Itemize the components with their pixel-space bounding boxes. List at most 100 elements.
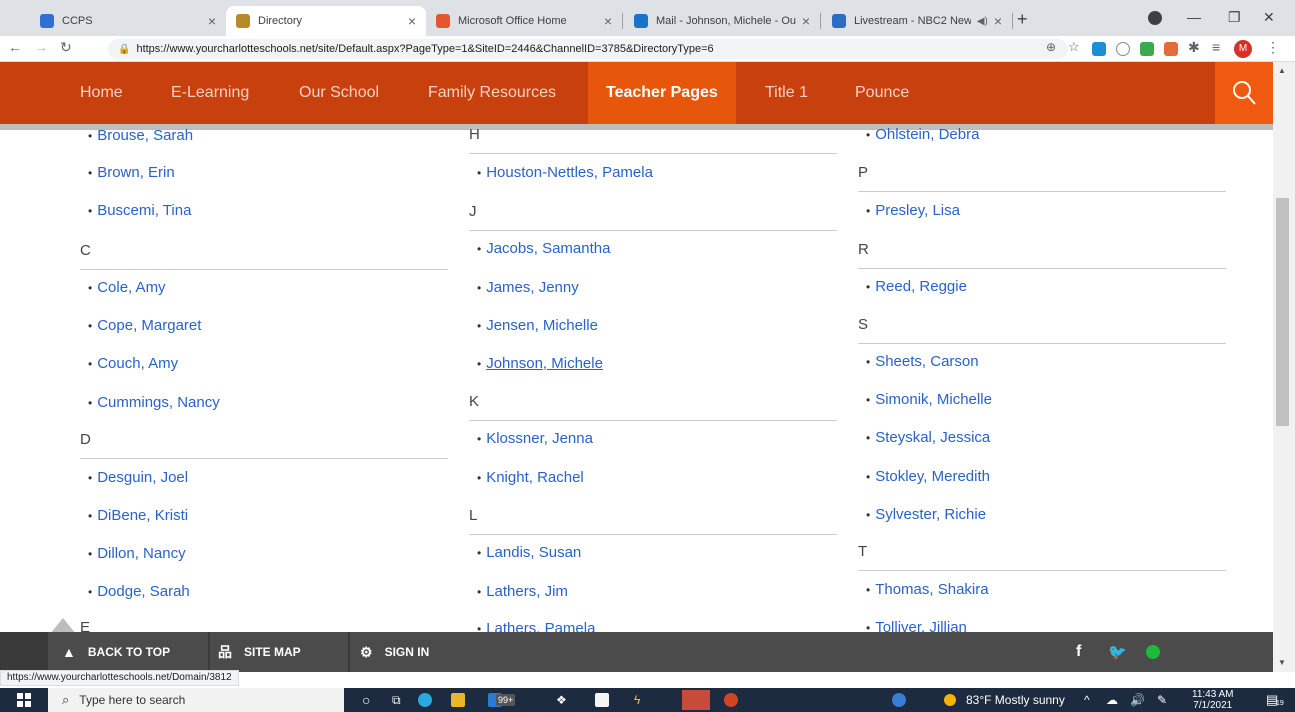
pen-icon[interactable]: ✎ [1157,688,1167,712]
nav-item-home[interactable]: Home [80,62,123,124]
volume-icon[interactable]: 🔊 [1130,688,1145,712]
list-item[interactable]: • Buscemi, Tina [88,202,191,219]
list-item[interactable]: • Thomas, Shakira [866,581,989,598]
extension-orange-icon[interactable] [1164,42,1178,56]
notification-badge: 99+ [496,694,516,706]
list-item[interactable]: • Cummings, Nancy [88,394,220,411]
new-tab-button[interactable]: + [1017,9,1028,30]
close-icon[interactable]: × [408,13,416,29]
back-arrow-icon[interactable]: ← [8,39,22,55]
briefcase-icon[interactable] [595,693,609,707]
list-item[interactable]: • Dodge, Sarah [88,583,190,600]
list-item[interactable]: • Jacobs, Samantha [477,240,610,257]
list-item[interactable]: • Reed, Reggie [866,278,967,295]
window-close-button[interactable]: ✕ [1263,9,1275,26]
back-to-top-button[interactable]: ▲ BACK TO TOP [62,632,170,672]
address-bar[interactable]: 🔒 https://www.yourcharlotteschools.net/s… [108,39,1068,59]
help-icon[interactable] [892,693,906,707]
list-item[interactable]: • Lathers, Jim [477,583,568,600]
nav-item-pounce[interactable]: Pounce [855,62,909,124]
maximize-button[interactable]: ❐ [1228,9,1241,26]
edge-icon[interactable] [418,693,432,707]
powerpoint-icon[interactable] [724,693,738,707]
reading-list-icon[interactable]: ≡ [1212,39,1220,55]
list-item[interactable]: • Brown, Erin [88,164,175,181]
nav-item-e-learning[interactable]: E-Learning [171,62,249,124]
facebook-icon[interactable]: f [1076,632,1081,672]
list-item[interactable]: • Desguin, Joel [88,469,188,486]
list-item[interactable]: • James, Jenny [477,279,579,296]
zoom-icon[interactable]: ⊕ [1046,40,1056,54]
list-item[interactable]: • Klossner, Jenna [477,430,593,447]
list-item[interactable]: • Ohlstein, Debra [866,126,979,143]
nav-item-title-1[interactable]: Title 1 [765,62,808,124]
list-item[interactable]: • Jensen, Michelle [477,317,598,334]
list-item[interactable]: • Steyskal, Jessica [866,429,990,446]
list-item[interactable]: • Stokley, Meredith [866,468,990,485]
list-item[interactable]: • Presley, Lisa [866,202,960,219]
taskbar-search-box[interactable]: ⌕ Type here to search [48,688,344,712]
close-icon[interactable]: × [994,13,1002,29]
list-item[interactable]: • Couch, Amy [88,355,178,372]
start-button[interactable] [0,688,48,712]
dropbox-icon[interactable]: ❖ [556,688,567,712]
file-explorer-icon[interactable] [451,693,465,707]
taskbar-clock[interactable]: 11:43 AM 7/1/2021 [1192,689,1234,711]
clock-date: 7/1/2021 [1193,700,1233,711]
list-item[interactable]: • DiBene, Kristi [88,507,188,524]
site-map-button[interactable]: 品 SITE MAP [218,632,301,672]
menu-kebab-icon[interactable]: ⋮ [1266,39,1280,56]
footer-divider [348,632,350,672]
bookmark-star-icon[interactable]: ☆ [1068,39,1080,55]
audio-icon[interactable]: ◀) [977,16,988,27]
extension-green-icon[interactable] [1140,42,1154,56]
extension-circle-icon[interactable] [1148,11,1162,25]
weather-text[interactable]: 83°F Mostly sunny [966,688,1065,712]
tab-livestream[interactable]: Livestream - NBC2 News ◀) × [822,6,1012,36]
forward-arrow-icon[interactable]: → [34,39,48,55]
green-status-icon[interactable] [1146,645,1160,659]
letter-heading: H [469,126,837,154]
list-item[interactable]: • Cope, Margaret [88,317,201,334]
nav-item-teacher-pages[interactable]: Teacher Pages [588,62,736,124]
nav-item-family-resources[interactable]: Family Resources [428,62,556,124]
extensions-puzzle-icon[interactable]: ✱ [1188,39,1200,56]
sign-in-button[interactable]: ⚙ SIGN IN [360,632,429,672]
list-item[interactable]: • Landis, Susan [477,544,581,561]
scroll-down-arrow-icon[interactable]: ▼ [1278,658,1286,667]
list-item[interactable]: • Simonik, Michelle [866,391,992,408]
close-icon[interactable]: × [208,13,216,29]
cloud-icon[interactable]: ☁ [1106,688,1118,712]
page-scrollbar[interactable]: ▲ ▼ [1273,62,1295,672]
cortana-icon[interactable]: ○ [362,688,370,712]
letter-heading: P [858,164,1226,192]
reload-icon[interactable]: ↻ [60,39,72,56]
task-view-icon[interactable]: ⧉ [392,688,401,712]
list-item-active[interactable]: • Johnson, Michele [477,355,603,372]
tab-directory[interactable]: Directory × [226,6,426,36]
scroll-up-arrow-icon[interactable]: ▲ [1278,66,1286,75]
list-item[interactable]: • Brouse, Sarah [88,127,193,144]
site-search-button[interactable] [1215,62,1273,124]
profile-avatar[interactable]: M [1234,40,1252,58]
nav-item-our-school[interactable]: Our School [299,62,379,124]
minimize-button[interactable]: — [1187,9,1201,25]
list-item[interactable]: • Sylvester, Richie [866,506,986,523]
chevron-up-icon[interactable]: ^ [1084,688,1090,712]
list-item[interactable]: • Dillon, Nancy [88,545,186,562]
list-item[interactable]: • Houston-Nettles, Pamela [477,164,653,181]
close-icon[interactable]: × [802,13,810,29]
list-item[interactable]: • Cole, Amy [88,279,166,296]
chrome-active-icon[interactable] [682,690,710,710]
extension-cloud-icon[interactable] [1092,42,1106,56]
close-icon[interactable]: × [604,13,612,29]
lightning-icon[interactable]: ϟ [634,688,640,712]
tab-ccps[interactable]: CCPS × [30,6,226,36]
twitter-icon[interactable]: 🐦 [1108,632,1127,672]
list-item[interactable]: • Sheets, Carson [866,353,979,370]
scrollbar-thumb[interactable] [1276,198,1289,426]
tab-office[interactable]: Microsoft Office Home × [426,6,622,36]
tab-mail[interactable]: Mail - Johnson, Michele - Outloo × [624,6,820,36]
list-item[interactable]: • Knight, Rachel [477,469,584,486]
extension-clock-icon[interactable] [1116,42,1130,56]
